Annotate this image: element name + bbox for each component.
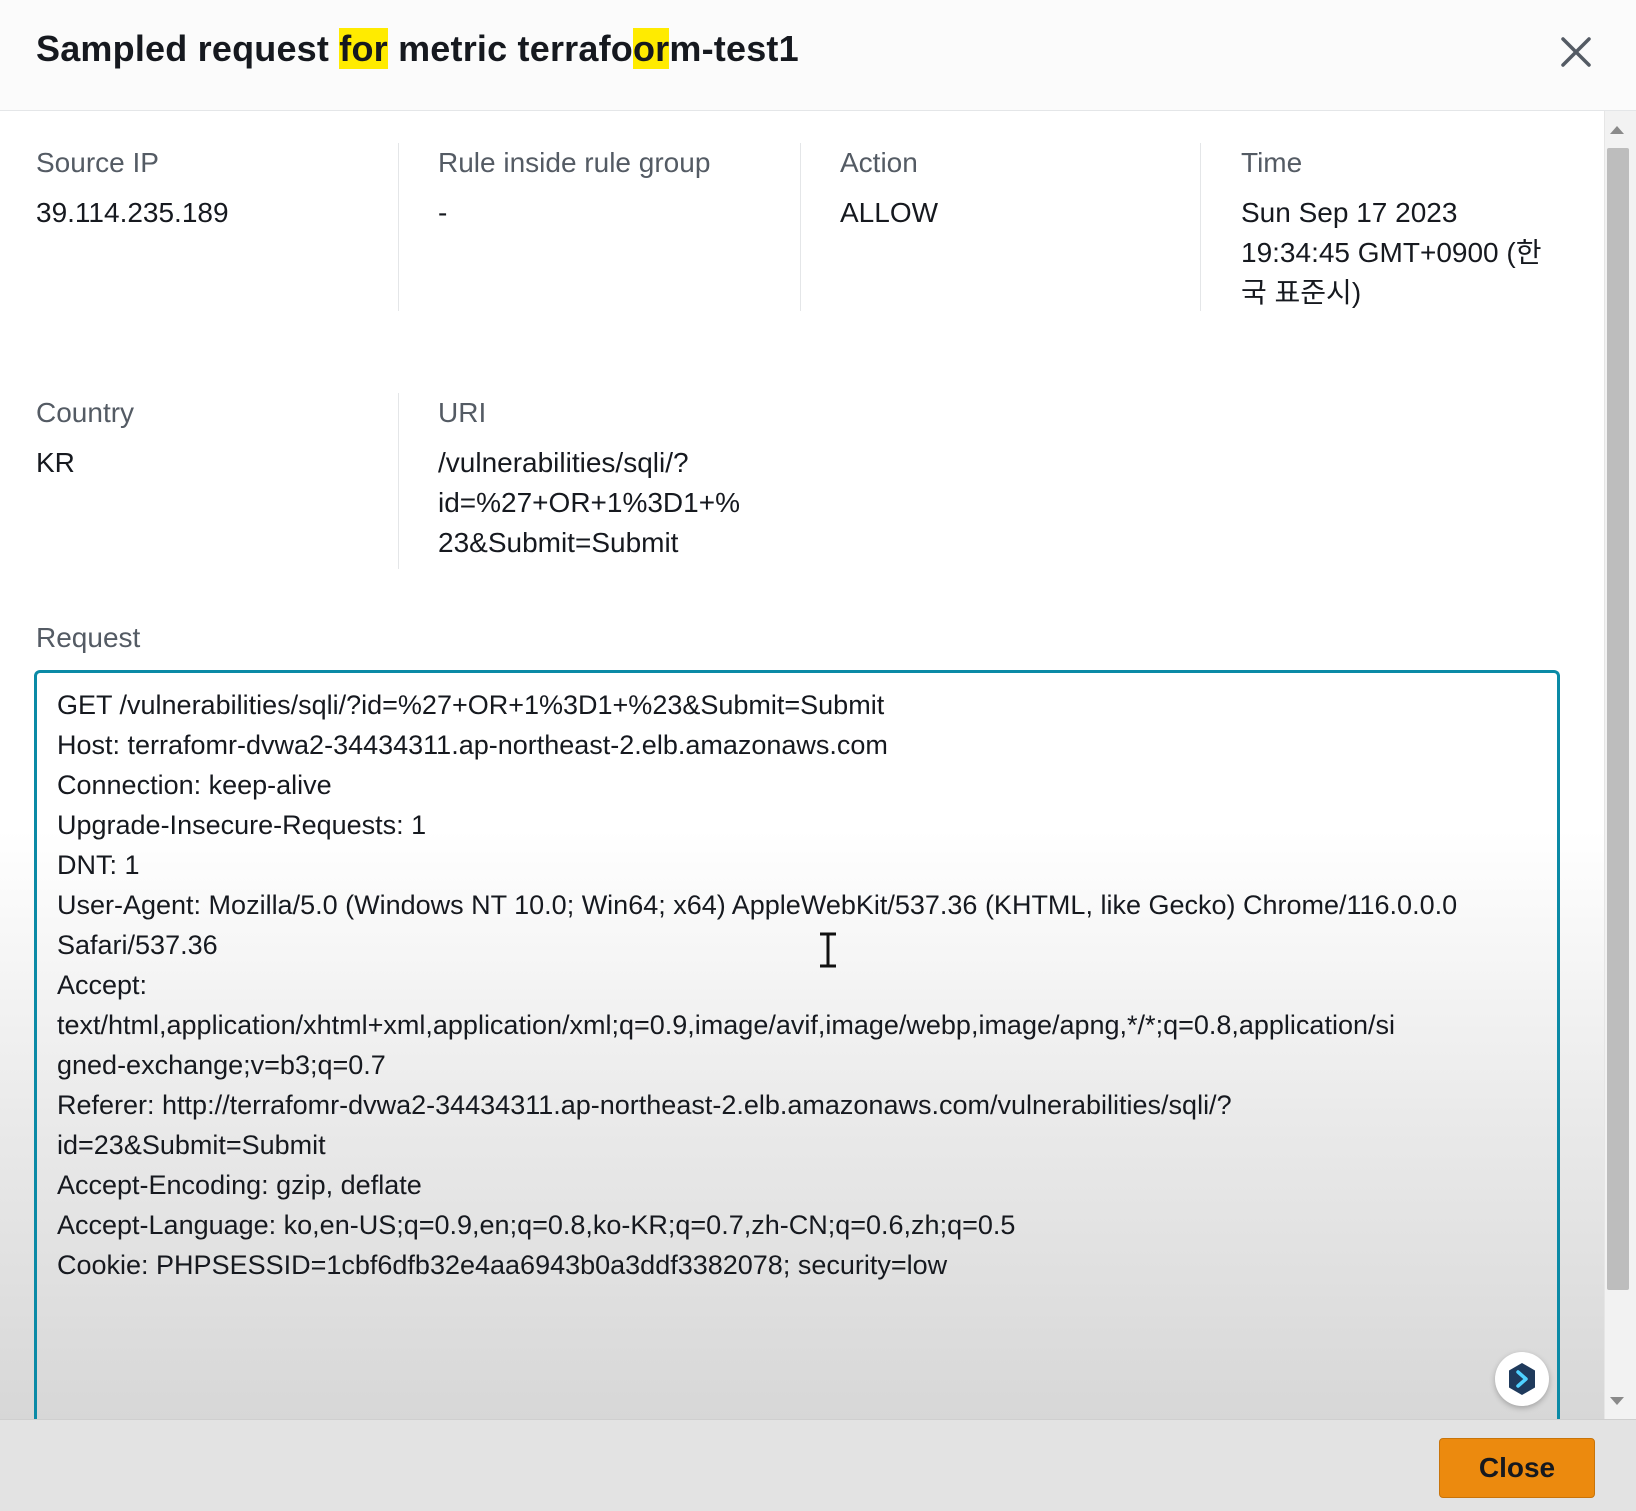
time-value: Sun Sep 17 2023 19:34:45 GMT+0900 (한 국 표… (1241, 193, 1581, 313)
column-divider (1200, 143, 1201, 311)
action-label: Action (840, 147, 918, 178)
close-x-icon[interactable] (1556, 32, 1596, 72)
request-line: DNT: 1 (57, 850, 140, 880)
time-line: 국 표준시) (1241, 277, 1362, 308)
source-ip-field: Source IP 39.114.235.189 (36, 145, 386, 233)
close-button[interactable]: Close (1439, 1438, 1595, 1498)
modal-header: Sampled request for metric terrafoorm-te… (0, 0, 1636, 111)
title-text: Sampled request (36, 28, 340, 69)
uri-line: id=%27+OR+1%3D1+% (438, 487, 740, 518)
country-value: KR (36, 447, 75, 478)
rule-value: - (438, 197, 448, 228)
request-line: Accept-Language: ko,en-US;q=0.9,en;q=0.8… (57, 1210, 1016, 1240)
time-field: Time Sun Sep 17 2023 19:34:45 GMT+0900 (… (1241, 145, 1581, 313)
rule-label: Rule inside rule group (438, 147, 711, 178)
uri-field: URI /vulnerabilities/sqli/? id=%27+OR+1%… (438, 395, 838, 563)
column-divider (800, 143, 801, 311)
column-divider (398, 143, 399, 311)
rule-field: Rule inside rule group - (438, 145, 788, 233)
text-cursor-icon (814, 930, 842, 970)
uri-line: /vulnerabilities/sqli/? (438, 447, 689, 478)
action-value: ALLOW (840, 197, 939, 228)
uri-label: URI (438, 397, 487, 428)
time-line: 19:34:45 GMT+0900 (한 (1241, 237, 1542, 268)
request-line: gned-exchange;v=b3;q=0.7 (57, 1050, 386, 1080)
title-highlight: or (632, 28, 670, 69)
country-label: Country (36, 397, 135, 428)
scroll-down-icon[interactable] (1610, 1397, 1624, 1405)
request-textarea[interactable]: GET /vulnerabilities/sqli/?id=%27+OR+1%3… (34, 670, 1560, 1430)
uri-line: 23&Submit=Submit (438, 527, 679, 558)
source-ip-value: 39.114.235.189 (36, 197, 229, 228)
time-line: Sun Sep 17 2023 (1241, 197, 1458, 228)
request-line: Host: terrafomr-dvwa2-34434311.ap-northe… (57, 730, 888, 760)
request-line: User-Agent: Mozilla/5.0 (Windows NT 10.0… (57, 890, 1458, 920)
request-line: Referer: http://terrafomr-dvwa2-34434311… (57, 1090, 1232, 1120)
country-field: Country KR (36, 395, 386, 483)
request-line: Connection: keep-alive (57, 770, 332, 800)
assistant-icon[interactable] (1495, 1352, 1549, 1406)
title-text: metric terrafo (387, 28, 633, 69)
request-content[interactable]: GET /vulnerabilities/sqli/?id=%27+OR+1%3… (57, 685, 1547, 1285)
action-field: Action ALLOW (840, 145, 1190, 233)
column-divider (398, 393, 399, 569)
request-line: GET /vulnerabilities/sqli/?id=%27+OR+1%3… (57, 690, 885, 720)
modal-footer: Close (0, 1419, 1636, 1511)
scrollbar-thumb[interactable] (1607, 148, 1629, 1290)
modal-title: Sampled request for metric terrafoorm-te… (36, 28, 799, 70)
title-text: m-test1 (669, 28, 799, 69)
request-line: Cookie: PHPSESSID=1cbf6dfb32e4aa6943b0a3… (57, 1250, 948, 1280)
request-line: Upgrade-Insecure-Requests: 1 (57, 810, 427, 840)
time-label: Time (1241, 147, 1303, 178)
source-ip-label: Source IP (36, 147, 159, 178)
uri-value: /vulnerabilities/sqli/? id=%27+OR+1%3D1+… (438, 443, 838, 563)
request-line: text/html,application/xhtml+xml,applicat… (57, 1010, 1395, 1040)
request-line: Accept: (57, 970, 148, 1000)
request-line: Safari/537.36 (57, 930, 218, 960)
request-line: id=23&Submit=Submit (57, 1130, 326, 1160)
scroll-up-icon[interactable] (1610, 126, 1624, 134)
title-highlight: for (339, 28, 388, 69)
request-line: Accept-Encoding: gzip, deflate (57, 1170, 422, 1200)
request-label: Request (36, 622, 141, 653)
